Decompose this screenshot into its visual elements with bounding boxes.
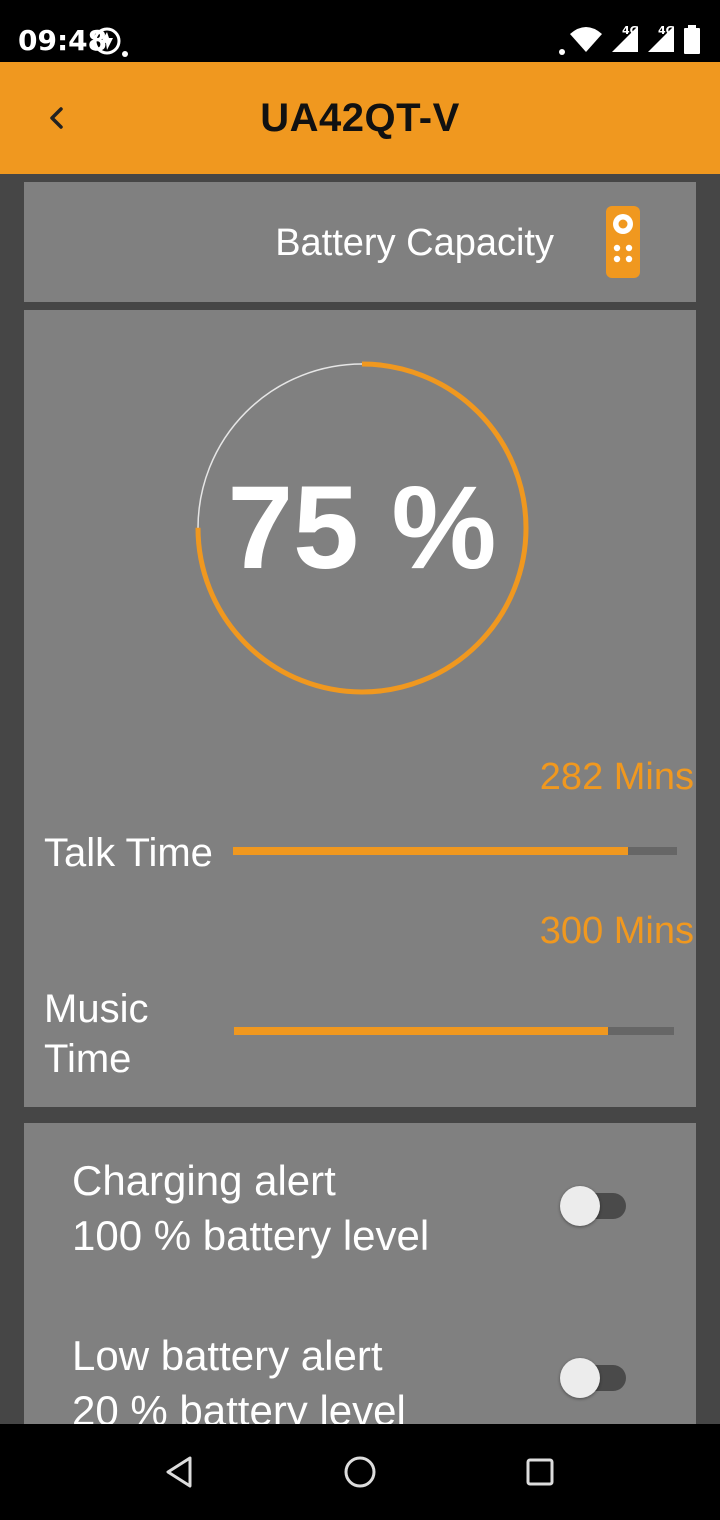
recents-square-icon[interactable] (520, 1452, 560, 1492)
battery-status-card: 75 % 282 Mins Talk Time 300 Mins Music T… (24, 310, 696, 1107)
low-battery-alert-title: Low battery alert (72, 1332, 383, 1379)
back-triangle-icon[interactable] (160, 1452, 200, 1492)
status-icons: 4G 4G (559, 24, 700, 55)
alerts-card: Charging alert 100 % battery level Low b… (24, 1123, 696, 1434)
charging-alert-text: Charging alert 100 % battery level (72, 1153, 429, 1263)
toggle-thumb (560, 1186, 600, 1226)
talk-time-value: 282 Mins (539, 756, 694, 798)
charging-alert-title: Charging alert (72, 1157, 336, 1204)
battery-percent: 75 % (227, 462, 497, 594)
signal-4g-icon: 4G (612, 24, 639, 52)
talk-time-label: Talk Time (44, 831, 213, 875)
remote-control-icon (606, 206, 640, 278)
charging-alert-subtitle: 100 % battery level (72, 1212, 430, 1259)
music-time-bar-fill (234, 1027, 608, 1035)
svg-text:4G: 4G (622, 24, 639, 37)
system-nav-bar (0, 1424, 720, 1520)
battery-capacity-title: Battery Capacity (275, 222, 554, 264)
svg-text:4G: 4G (658, 24, 675, 37)
app-bar: UA42QT-V (0, 62, 720, 174)
home-circle-icon[interactable] (340, 1452, 380, 1492)
toggle-thumb (560, 1358, 600, 1398)
music-time-bar (234, 1027, 674, 1035)
talk-time-bar-fill (233, 847, 629, 855)
music-time-value: 300 Mins (539, 910, 694, 952)
dot-icon (559, 49, 565, 55)
low-battery-alert-text: Low battery alert 20 % battery level (72, 1328, 406, 1438)
low-battery-alert-toggle[interactable] (560, 1358, 626, 1398)
status-bar: 09:48 4G 4G (0, 0, 720, 62)
charging-alert-toggle[interactable] (560, 1186, 626, 1226)
music-time-label: Music Time (44, 987, 149, 1081)
wifi-icon (570, 27, 602, 52)
signal-4g-icon: 4G (648, 24, 675, 52)
talk-time-bar (233, 847, 677, 855)
page-title: UA42QT-V (260, 96, 460, 140)
battery-capacity-card: Battery Capacity (24, 182, 696, 302)
battery-icon (684, 25, 700, 54)
app-notification-icon (93, 27, 128, 57)
